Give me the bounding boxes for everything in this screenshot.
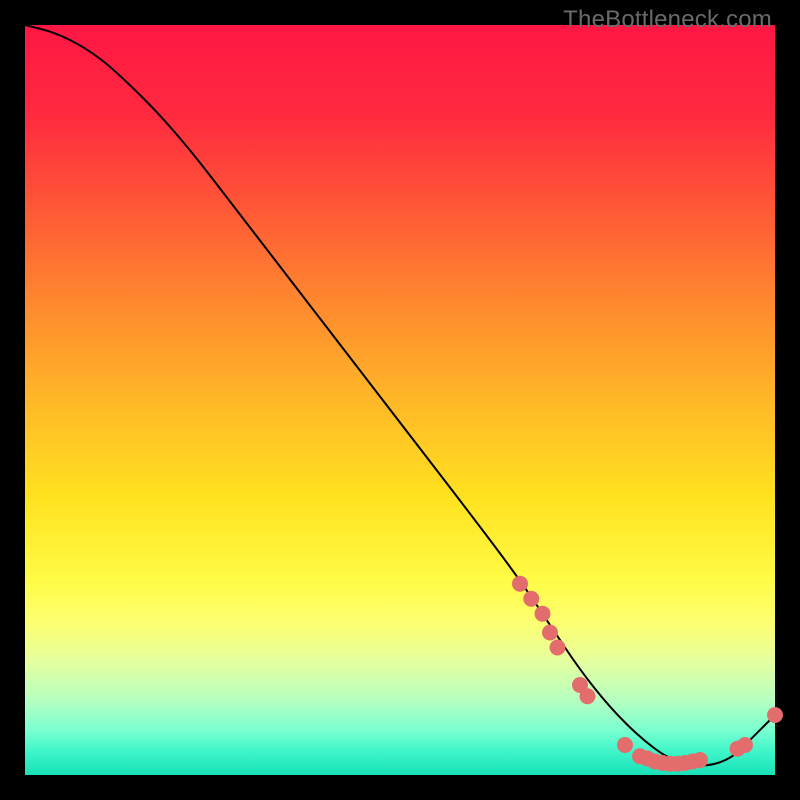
data-marker [535,606,551,622]
data-marker [692,752,708,768]
watermark-text: TheBottleneck.com [563,6,772,34]
data-marker [523,591,539,607]
data-marker [617,737,633,753]
bottleneck-curve [25,25,775,766]
data-marker [512,576,528,592]
chart-svg [25,25,775,775]
data-marker [737,737,753,753]
data-marker [580,688,596,704]
data-marker [542,625,558,641]
data-marker [550,640,566,656]
data-marker [767,707,783,723]
plot-area [25,25,775,775]
chart-container: TheBottleneck.com [0,0,800,800]
